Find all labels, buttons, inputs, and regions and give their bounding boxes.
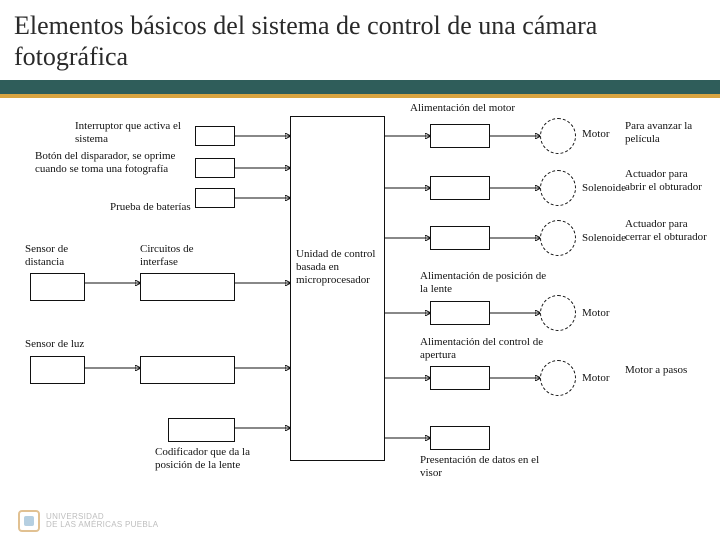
footer-logo: UNIVERSIDAD DE LAS AMÉRICAS PUEBLA <box>18 510 158 532</box>
motor-label-1: Motor <box>582 128 622 141</box>
solenoide1-driver-box <box>430 176 490 200</box>
codificador-box <box>168 418 235 442</box>
input-boton-label: Botón del disparador, se oprime cuando s… <box>35 150 190 175</box>
circuitos-box-2 <box>140 356 235 384</box>
logo-icon <box>18 510 40 532</box>
block-diagram: Unidad de control basada en microprocesa… <box>0 98 720 518</box>
sensor-distancia-box <box>30 273 85 301</box>
motor2-label: Motor <box>582 307 622 320</box>
sensor-luz-box <box>30 356 85 384</box>
page-title: Elementos básicos del sistema de control… <box>0 0 720 80</box>
alim-motor-box <box>430 124 490 148</box>
alim-apertura-box <box>430 366 490 390</box>
alim-lente-box <box>430 301 490 325</box>
motor-circle-2 <box>540 295 576 331</box>
presentacion-box <box>430 426 490 450</box>
input-interruptor-box <box>195 126 235 146</box>
circuitos-box-1 <box>140 273 235 301</box>
input-boton-box <box>195 158 235 178</box>
motor3-label: Motor <box>582 372 622 385</box>
motor-pasos-label: Motor a pasos <box>625 364 695 377</box>
motor-circle-3 <box>540 360 576 396</box>
alim-lente-label: Alimentación de posición de la lente <box>420 270 550 295</box>
footer-text: UNIVERSIDAD DE LAS AMÉRICAS PUEBLA <box>46 513 158 529</box>
avanzar-label: Para avanzar la película <box>625 120 705 145</box>
input-interruptor-label: Interruptor que activa el sistema <box>75 120 190 145</box>
footer-line2: DE LAS AMÉRICAS PUEBLA <box>46 521 158 529</box>
motor-circle-1 <box>540 118 576 154</box>
solenoide2-driver-box <box>430 226 490 250</box>
central-unit-label: Unidad de control basada en microprocesa… <box>296 248 381 286</box>
presentacion-label: Presentación de datos en el visor <box>420 454 560 479</box>
central-unit-box <box>290 116 385 461</box>
alim-apertura-label: Alimentación del control de apertura <box>420 336 550 361</box>
cerrar-obturador-label: Actuador para cerrar el obturador <box>625 218 710 243</box>
circuitos-label: Circuitos de interfase <box>140 243 230 268</box>
abrir-obturador-label: Actuador para abrir el obturador <box>625 168 710 193</box>
solenoide2-circle <box>540 220 576 256</box>
sensor-distancia-label: Sensor de distancia <box>25 243 95 268</box>
input-bateria-label: Prueba de baterías <box>110 201 210 214</box>
divider-teal <box>0 80 720 94</box>
alim-motor-label: Alimentación del motor <box>410 102 540 115</box>
codificador-label: Codificador que da la posición de la len… <box>155 446 275 471</box>
solenoide1-circle <box>540 170 576 206</box>
sensor-luz-label: Sensor de luz <box>25 338 105 351</box>
